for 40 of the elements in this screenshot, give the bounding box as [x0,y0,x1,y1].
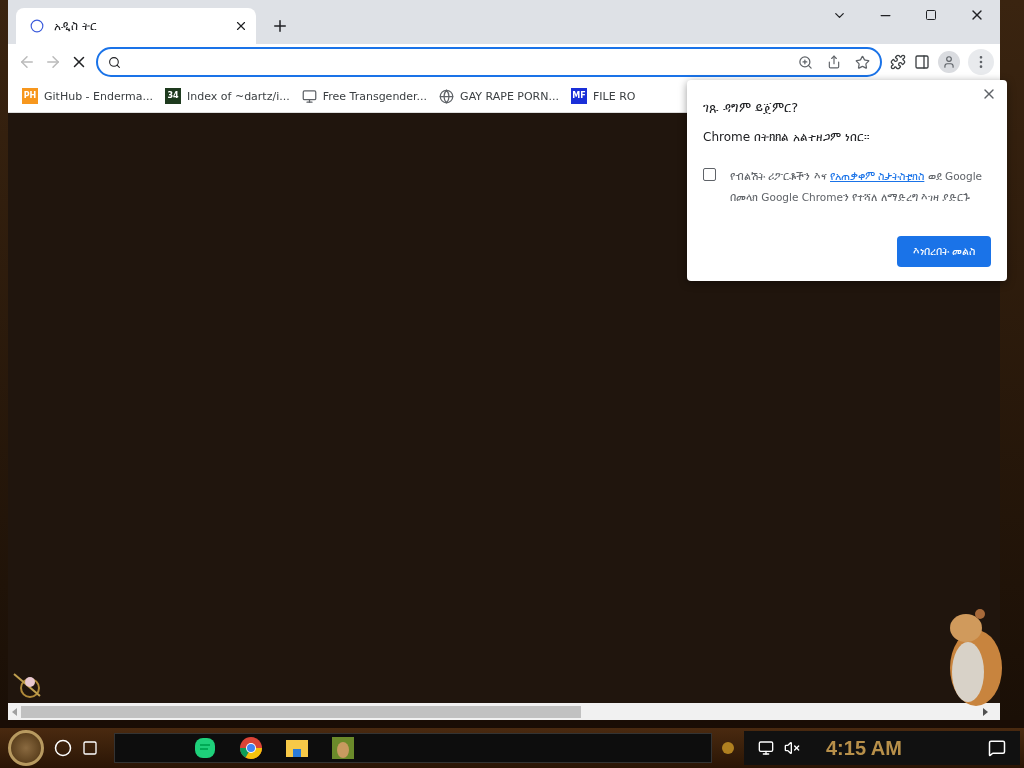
bookmark[interactable]: MF FILE RO [571,88,636,104]
close-icon[interactable] [234,19,248,33]
plus-icon[interactable] [271,17,289,35]
checkbox[interactable] [703,168,716,181]
network-icon[interactable] [758,740,774,756]
task-view-icon[interactable] [82,740,98,756]
consent-text: የብልሽት ሪፖርቶችን እና የአጠቃቀም ስታትስቲክስ ወደ Google በመላክ Google Chromeን የተሻለ ለማድረግ እገዛ ያድርጉ [730,169,984,205]
bookmark-icon: MF [571,88,587,104]
game-icon[interactable] [331,736,355,760]
orb-icon[interactable] [722,742,734,754]
chat-app-icon[interactable] [193,736,217,760]
clock[interactable]: 4:15 AM [826,736,902,760]
dialog-message: Chrome በትክክል አልተዘጋም ነበር። [703,130,871,144]
address-bar[interactable] [96,47,882,77]
dialog-title: ገጹ ዳግም ይጀምር? [703,99,800,116]
statistics-link[interactable]: የአጠቃቀም ስታትስቲክስ [830,170,925,182]
search-circle-icon[interactable] [54,739,72,757]
profile-icon[interactable] [938,51,960,73]
maximize-icon[interactable] [925,9,937,21]
star-icon[interactable] [855,54,870,70]
muted-speaker-icon[interactable] [784,740,800,756]
bookmark-icon: 34 [165,88,182,104]
browser-tab[interactable]: አዲስ ትር [16,8,256,44]
zoom-icon[interactable] [798,54,813,70]
notification-icon[interactable] [988,739,1006,757]
scrollbar[interactable] [8,703,1000,720]
share-icon[interactable] [827,55,841,69]
menu-icon[interactable] [968,49,994,75]
computer-icon [301,88,317,104]
bookmark[interactable]: Free Transgender... [301,88,428,104]
start-button[interactable] [8,730,44,766]
puzzle-icon[interactable] [890,54,906,70]
search-icon [108,55,121,69]
restore-button[interactable]: እነበረበት መልስ [896,236,991,267]
bookmark[interactable]: GAY RAPE PORN... [439,88,559,104]
chrome-icon[interactable] [239,736,263,760]
side-panel-icon[interactable] [914,54,930,70]
bookmark[interactable]: PH GitHub - Enderma... [22,88,154,104]
bookmark-icon: PH [22,88,38,104]
bookmark[interactable]: 34 Index of ~dartz/i... [165,88,290,104]
